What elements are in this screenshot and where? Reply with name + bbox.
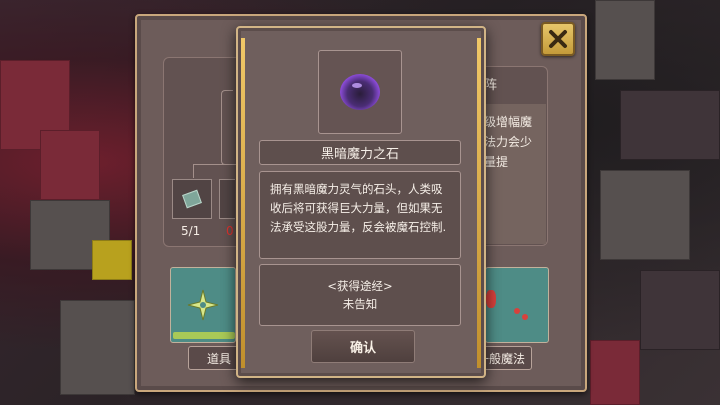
wall-block xyxy=(60,300,135,395)
shuriken-icon xyxy=(187,289,219,321)
gold-trim-left xyxy=(241,38,245,368)
source-title: <获得途经> xyxy=(327,279,393,293)
progress-bar xyxy=(173,332,235,339)
item-icon-frame xyxy=(318,50,402,134)
item-slot[interactable] xyxy=(219,179,235,219)
tree-connector xyxy=(221,90,233,165)
magic-splat xyxy=(486,290,496,308)
confirm-button[interactable]: 确认 xyxy=(311,330,415,363)
green-crystal-icon xyxy=(182,189,202,209)
floor-tile xyxy=(92,240,132,280)
item-name: 黑暗魔力之石 xyxy=(259,140,461,165)
magic-description: 级增幅魔法力会少量提 xyxy=(478,104,546,244)
item-description: 拥有黑暗魔力灵气的石头，人类吸收后将可获得巨大力量，但如果无法承受这股力量，反会… xyxy=(259,171,461,259)
close-button[interactable] xyxy=(541,22,575,56)
floor-tile xyxy=(40,130,100,200)
magic-card[interactable] xyxy=(485,267,549,343)
gold-trim-right xyxy=(477,38,481,368)
floor-tile xyxy=(590,340,640,405)
wall-block xyxy=(600,170,690,260)
wall-block xyxy=(620,90,720,160)
magic-splat xyxy=(522,314,528,320)
wall-block xyxy=(595,0,655,80)
magic-splat xyxy=(514,308,520,314)
close-x-icon xyxy=(549,30,567,48)
item-count-warning: 0 xyxy=(226,224,234,238)
item-slot[interactable] xyxy=(172,179,212,219)
tree-connector xyxy=(193,164,238,178)
item-source-box: <获得途经> 未告知 xyxy=(259,264,461,326)
dark-stone-icon xyxy=(340,74,380,110)
source-value: 未告知 xyxy=(342,297,378,311)
item-count: 5/1 xyxy=(181,224,201,238)
wall-block xyxy=(640,270,720,350)
item-card[interactable] xyxy=(170,267,236,343)
